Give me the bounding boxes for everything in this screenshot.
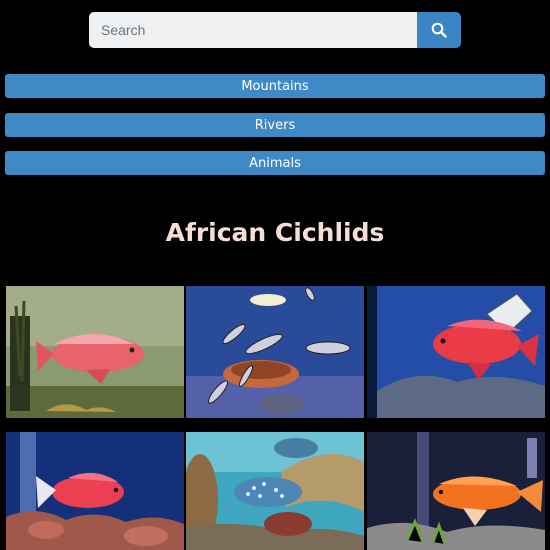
gallery-image[interactable] <box>367 286 545 418</box>
gallery-image[interactable] <box>186 432 364 550</box>
gallery-image[interactable] <box>6 286 184 418</box>
gallery-image[interactable] <box>6 432 184 550</box>
gallery-image[interactable] <box>367 432 545 550</box>
gallery-image[interactable] <box>186 286 364 418</box>
image-gallery <box>0 0 550 550</box>
